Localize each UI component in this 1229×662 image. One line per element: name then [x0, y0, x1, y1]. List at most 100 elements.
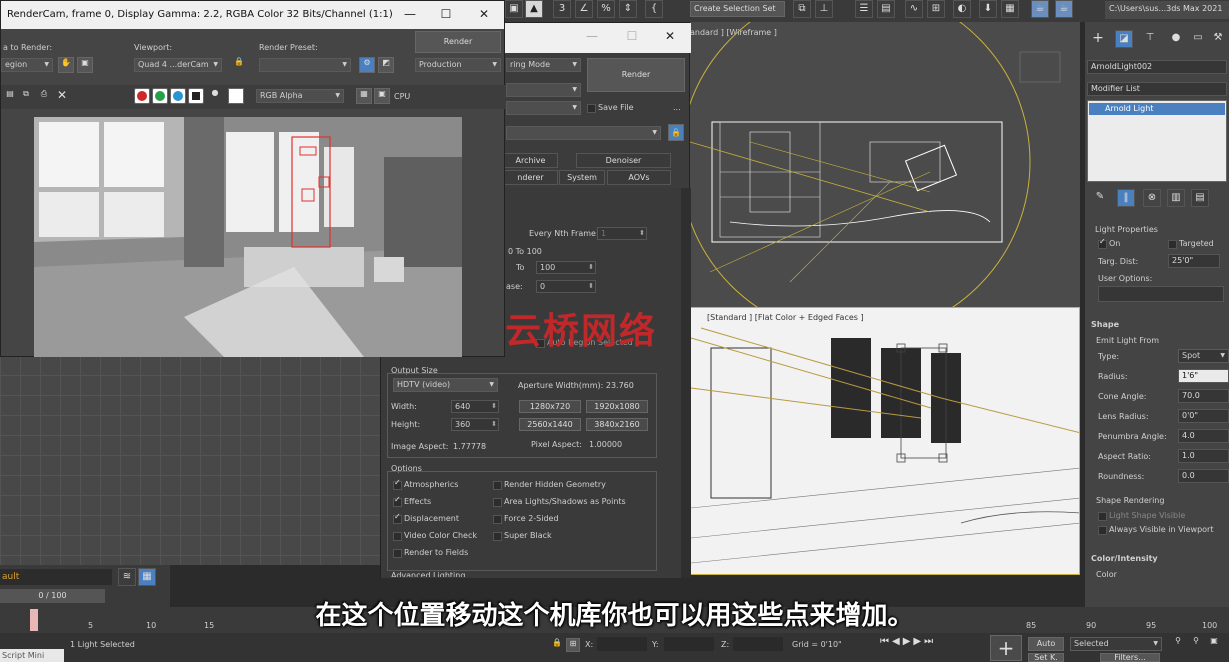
select-icon[interactable]: ▣ — [505, 0, 523, 18]
motion-tab-icon[interactable]: ● — [1167, 30, 1185, 48]
settings-scrollbar[interactable] — [681, 188, 691, 578]
res-3840-button[interactable]: 3840x2160 — [586, 418, 648, 431]
key-mode-dropdown[interactable]: Selected — [1070, 637, 1162, 651]
show-end-result-icon[interactable]: ‖ — [1117, 189, 1135, 207]
every-nth-field[interactable]: 1 — [597, 227, 647, 240]
mirror-icon[interactable]: ⧉ — [793, 0, 811, 18]
radius-field[interactable]: 1'6" — [1178, 369, 1229, 383]
edit-region-icon[interactable]: ✋ — [58, 57, 74, 73]
set-key-big-icon[interactable]: + — [990, 635, 1022, 661]
pixel-aspect-value[interactable]: 1.00000 — [589, 440, 622, 449]
user-options-field[interactable] — [1098, 286, 1224, 302]
preset-dropdown[interactable] — [506, 83, 581, 97]
absolute-mode-icon[interactable]: ⊞ — [566, 638, 580, 652]
maximize-icon[interactable]: ☐ — [435, 5, 457, 23]
zoom-icon[interactable]: ⚲ — [1170, 636, 1186, 652]
layer-stack-icon[interactable]: ≋ — [118, 568, 136, 586]
light-on-checkbox[interactable]: On — [1098, 237, 1120, 249]
curve-editor-icon[interactable]: ∿ — [905, 0, 923, 18]
cone-angle-field[interactable]: 70.0 — [1178, 389, 1229, 403]
tab-archive[interactable]: Archive — [503, 153, 558, 168]
atmospherics-checkbox[interactable]: Atmospherics — [393, 478, 458, 490]
render-frame-icon[interactable]: ▦ — [1001, 0, 1019, 18]
mono-icon[interactable]: ● — [208, 88, 222, 104]
percent-snap-icon[interactable]: % — [597, 0, 615, 18]
create-selection-set-dropdown[interactable]: Create Selection Set — [690, 1, 785, 17]
viewport-top[interactable]: andard ] [Wireframe ] — [690, 22, 1080, 307]
environment-icon[interactable]: ◩ — [378, 57, 394, 73]
move-icon[interactable]: ▲ — [525, 0, 543, 18]
hierarchy-tab-icon[interactable]: ⊤ — [1141, 30, 1159, 48]
next-frame-icon[interactable]: ▶ — [913, 636, 924, 647]
minimize-icon[interactable]: — — [581, 27, 603, 45]
penumbra-angle-field[interactable]: 4.0 — [1178, 429, 1229, 443]
y-coordinate-field[interactable] — [664, 637, 714, 651]
angle-snap-icon[interactable]: ∠ — [575, 0, 593, 18]
render-hidden-geometry-checkbox[interactable]: Render Hidden Geometry — [493, 480, 606, 490]
modify-tab-icon[interactable]: ◪ — [1115, 30, 1133, 48]
key-filters-button[interactable]: Filters... — [1100, 653, 1160, 662]
tab-system[interactable]: System — [559, 170, 605, 185]
auto-region-icon[interactable]: ▣ — [77, 57, 93, 73]
z-coordinate-field[interactable] — [733, 637, 783, 651]
blue-channel-icon[interactable] — [170, 88, 186, 104]
area-to-render-dropdown[interactable]: egion — [1, 58, 53, 72]
render-to-fields-checkbox[interactable]: Render to Fields — [393, 548, 468, 558]
create-tab-icon[interactable]: + — [1089, 30, 1107, 48]
display-tab-icon[interactable]: ▭ — [1189, 30, 1207, 48]
res-2560-button[interactable]: 2560x1440 — [519, 418, 581, 431]
zoom-all-icon[interactable]: ⚲ — [1188, 636, 1204, 652]
height-field[interactable]: 360 — [451, 418, 499, 431]
green-channel-icon[interactable] — [152, 88, 168, 104]
tab-aovs[interactable]: AOVs — [607, 170, 671, 185]
alpha-channel-icon[interactable] — [188, 88, 204, 104]
render-production-icon[interactable]: ☕ — [1031, 0, 1049, 18]
super-black-checkbox[interactable]: Super Black — [493, 531, 552, 541]
prev-frame-icon[interactable]: ◀ — [892, 636, 903, 647]
close-icon[interactable]: ✕ — [659, 27, 681, 45]
make-unique-icon[interactable]: ⊗ — [1143, 189, 1161, 207]
light-shape-visible-checkbox[interactable]: Light Shape Visible — [1098, 511, 1185, 521]
clear-icon[interactable]: ✕ — [55, 88, 69, 102]
layer-explorer-icon[interactable]: ▦ — [138, 568, 156, 586]
save-image-icon[interactable]: ▤ — [3, 89, 17, 103]
copy-image-icon[interactable]: ⧉ — [19, 89, 33, 103]
output-size-preset[interactable]: HDTV (video) — [393, 378, 498, 392]
shape-header[interactable]: Shape — [1091, 320, 1119, 329]
res-1280-button[interactable]: 1280x720 — [519, 400, 581, 413]
render-button[interactable]: Render — [587, 58, 685, 92]
view-dropdown[interactable] — [506, 101, 581, 115]
viewport-perspective[interactable]: [Standard ] [Flat Color + Edged Faces ] — [690, 307, 1080, 575]
remove-modifier-icon[interactable]: ▥ — [1167, 189, 1185, 207]
configure-sets-icon[interactable]: ▤ — [1191, 189, 1209, 207]
light-properties-header[interactable]: Light Properties — [1095, 225, 1158, 234]
layer-icon[interactable]: ☰ — [855, 0, 873, 18]
object-name-field[interactable]: ArnoldLight002 — [1087, 60, 1227, 74]
modifier-stack-item[interactable]: Arnold Light — [1089, 103, 1225, 115]
layer-dropdown[interactable]: ault — [0, 569, 112, 585]
video-color-check-checkbox[interactable]: Video Color Check — [393, 531, 477, 541]
render-preset-dropdown[interactable] — [259, 58, 351, 72]
spinner-snap-icon[interactable]: ⇕ — [619, 0, 637, 18]
production-dropdown[interactable]: Production — [415, 58, 501, 72]
aspect-ratio-field[interactable]: 1.0 — [1178, 449, 1229, 463]
render-frame-render-button[interactable]: Render — [415, 31, 501, 53]
to-field[interactable]: 100 — [536, 261, 596, 274]
schematic-icon[interactable]: ⊞ — [927, 0, 945, 18]
print-icon[interactable]: ⎙ — [37, 89, 51, 103]
maximize-icon[interactable]: ☐ — [621, 27, 643, 45]
tab-denoiser[interactable]: Denoiser — [576, 153, 671, 168]
tab-renderer[interactable]: nderer — [503, 170, 558, 185]
target-dropdown[interactable]: ring Mode — [506, 58, 581, 72]
area-lights-checkbox[interactable]: Area Lights/Shadows as Points — [493, 497, 626, 507]
lock-selection-icon[interactable]: 🔒 — [550, 638, 564, 652]
utilities-tab-icon[interactable]: ⚒ — [1209, 30, 1227, 48]
render-setup-icon[interactable]: ⚙ — [359, 57, 375, 73]
channel-dropdown[interactable]: RGB Alpha — [256, 89, 344, 103]
pin-stack-icon[interactable]: ✎ — [1091, 189, 1109, 207]
width-field[interactable]: 640 — [451, 400, 499, 413]
align-icon[interactable]: ⊥ — [815, 0, 833, 18]
x-coordinate-field[interactable] — [597, 637, 647, 651]
roundness-field[interactable]: 0.0 — [1178, 469, 1229, 483]
render-iterative-icon[interactable]: ☕ — [1055, 0, 1073, 18]
